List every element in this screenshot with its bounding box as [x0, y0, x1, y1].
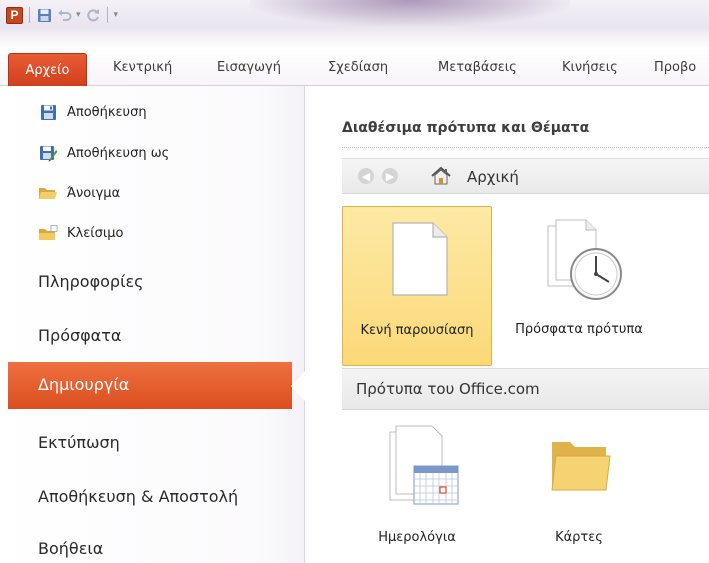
title-bar: P ▾ ▾	[0, 0, 709, 48]
close-folder-icon	[38, 224, 58, 242]
backstage-content: Διαθέσιμα πρότυπα και Θέματα ◀ ▶ Αρχική …	[306, 86, 709, 563]
qat-separator	[29, 7, 30, 23]
ribbon-tabs: Κεντρική Εισαγωγή Σχεδίαση Μεταβάσεις Κι…	[0, 48, 709, 86]
office-item-calendars[interactable]: Ημερολόγια	[342, 420, 492, 563]
home-label[interactable]: Αρχική	[467, 168, 519, 186]
section-title: Διαθέσιμα πρότυπα και Θέματα	[342, 120, 590, 136]
tab-home[interactable]: Κεντρική	[113, 60, 172, 75]
recent-templates-icon	[547, 219, 622, 300]
qat-separator-2	[106, 7, 108, 23]
redo-icon[interactable]	[85, 7, 101, 23]
undo-dropdown-icon[interactable]: ▾	[76, 10, 81, 20]
nav-tab-info[interactable]: Πληροφορίες	[38, 272, 144, 291]
selection-pointer	[291, 371, 305, 401]
undo-icon[interactable]	[56, 7, 72, 23]
office-item-cards[interactable]: Κάρτες	[504, 420, 654, 563]
powerpoint-logo-icon[interactable]: P	[6, 6, 23, 24]
office-item-label: Ημερολόγια	[378, 530, 456, 545]
tab-file[interactable]: Αρχείο	[8, 53, 87, 86]
template-nav-bar: ◀ ▶ Αρχική	[342, 158, 709, 194]
save-icon[interactable]	[36, 7, 52, 23]
save-command[interactable]: Αποθήκευση	[38, 101, 147, 123]
open-folder-icon	[38, 184, 58, 202]
save-as-icon	[38, 144, 58, 162]
blank-page-icon	[392, 222, 448, 296]
template-recent[interactable]: Πρόσφατα πρότυπα	[504, 206, 654, 366]
save-as-command[interactable]: Αποθήκευση ως	[38, 142, 169, 164]
close-label: Κλείσιμο	[67, 225, 124, 241]
nav-tab-new-label: Δημιουργία	[38, 375, 130, 394]
nav-tab-recent[interactable]: Πρόσφατα	[38, 326, 121, 345]
save-as-label: Αποθήκευση ως	[67, 145, 170, 161]
tab-design[interactable]: Σχεδίαση	[328, 60, 388, 75]
tab-insert[interactable]: Εισαγωγή	[217, 60, 281, 75]
title-glow	[250, 0, 570, 26]
forward-arrow-icon[interactable]: ▶	[382, 168, 398, 184]
customize-qat-icon[interactable]: ▾	[114, 10, 119, 20]
nav-tab-print[interactable]: Εκτύπωση	[38, 433, 120, 452]
home-icon[interactable]	[430, 165, 452, 187]
nav-tab-save-send[interactable]: Αποθήκευση & Αποστολή	[38, 487, 238, 506]
folder-icon	[551, 442, 611, 491]
template-label: Πρόσφατα πρότυπα	[515, 322, 643, 337]
open-command[interactable]: Άνοιγμα	[38, 182, 120, 204]
tab-animations[interactable]: Κινήσεις	[562, 60, 618, 75]
nav-tab-help[interactable]: Βοήθεια	[38, 539, 103, 558]
nav-tab-new[interactable]: Δημιουργία	[8, 362, 305, 409]
open-label: Άνοιγμα	[67, 185, 121, 201]
template-blank-presentation[interactable]: Κενή παρουσίαση	[342, 206, 492, 366]
backstage-nav: Αποθήκευση Αποθήκευση ως Άνοιγμα Κλείσιμ…	[0, 86, 305, 563]
office-templates-label: Πρότυπα του Office.com	[356, 380, 540, 398]
back-arrow-icon[interactable]: ◀	[358, 168, 374, 184]
tab-slideshow[interactable]: Προβο	[654, 60, 696, 75]
template-label: Κενή παρουσίαση	[360, 323, 474, 338]
save-label: Αποθήκευση	[67, 104, 147, 120]
calendar-icon	[389, 425, 459, 505]
close-command[interactable]: Κλείσιμο	[38, 222, 124, 244]
office-item-label: Κάρτες	[555, 530, 603, 545]
section-divider	[342, 147, 709, 148]
tab-transitions[interactable]: Μεταβάσεις	[438, 60, 517, 75]
office-templates-header: Πρότυπα του Office.com	[342, 368, 709, 410]
save-icon	[38, 103, 58, 121]
quick-access-toolbar: P ▾ ▾	[6, 4, 118, 26]
